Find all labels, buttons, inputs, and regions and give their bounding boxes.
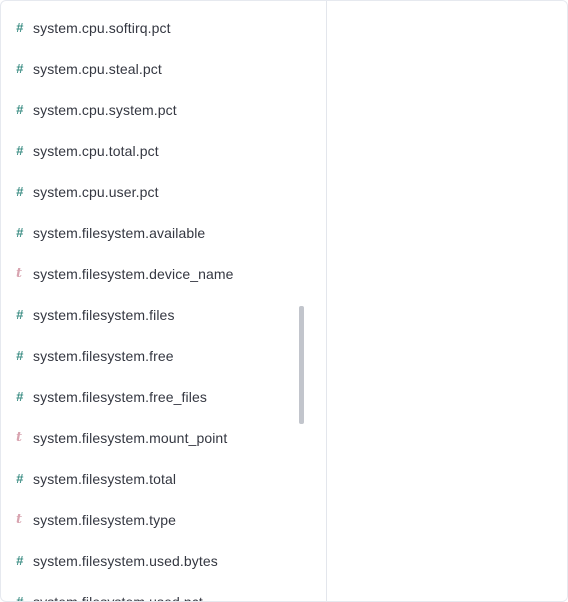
field-list-item[interactable]: # system.cpu.steal.pct: [1, 48, 301, 89]
field-detail-panel: [327, 1, 567, 601]
number-field-icon: #: [16, 471, 24, 486]
field-list-scrollbar[interactable]: [299, 1, 305, 601]
field-name: system.filesystem.free_files: [33, 388, 207, 405]
field-list-item[interactable]: # system.cpu.system.pct: [1, 89, 301, 130]
number-field-icon: #: [16, 225, 24, 240]
field-name: system.cpu.steal.pct: [33, 60, 162, 77]
field-list-item[interactable]: t system.filesystem.type: [1, 499, 301, 540]
number-field-icon: #: [16, 184, 24, 199]
field-list-item[interactable]: #system.filesystem.used.pct: [1, 581, 301, 602]
string-field-icon: t: [16, 266, 23, 281]
field-name: system.filesystem.free: [33, 347, 174, 364]
field-name: system.cpu.softirq.pct: [33, 19, 171, 36]
field-name: system.filesystem.total: [33, 470, 177, 487]
field-list-item[interactable]: # system.filesystem.total: [1, 458, 301, 499]
field-list-item[interactable]: # system.cpu.user.pct: [1, 171, 301, 212]
string-field-icon: t: [16, 512, 23, 527]
field-list-item[interactable]: # system.filesystem.used.bytes: [1, 540, 301, 581]
number-field-icon: #: [16, 595, 33, 601]
field-name: system.filesystem.type: [33, 511, 177, 528]
field-list-item[interactable]: # system.cpu.softirq.pct: [1, 7, 301, 48]
field-name: system.filesystem.used.pct: [33, 594, 203, 602]
field-name: system.filesystem.used.bytes: [33, 552, 218, 569]
string-field-icon: t: [16, 430, 23, 445]
number-field-icon: #: [16, 61, 24, 76]
field-name: system.filesystem.mount_point: [33, 429, 228, 446]
field-list: # system.cpu.softirq.pct # system.cpu.steal…: [1, 7, 301, 602]
number-field-icon: #: [16, 102, 24, 117]
field-list-item[interactable]: # system.cpu.total.pct: [1, 130, 301, 171]
field-list-item[interactable]: # system.filesystem.available: [1, 212, 301, 253]
field-name: system.cpu.total.pct: [33, 142, 159, 159]
field-name: system.filesystem.files: [33, 306, 175, 323]
field-list-item[interactable]: # system.filesystem.free: [1, 335, 301, 376]
number-field-icon: #: [16, 20, 24, 35]
field-list-item[interactable]: # system.filesystem.files: [1, 294, 301, 335]
field-name: system.filesystem.available: [33, 224, 206, 241]
field-list-panel: # system.cpu.softirq.pct # system.cpu.steal…: [1, 1, 327, 601]
field-name: system.cpu.user.pct: [33, 183, 159, 200]
field-name: system.cpu.system.pct: [33, 101, 177, 118]
field-name: system.filesystem.device_name: [33, 265, 234, 282]
field-list-item[interactable]: t system.filesystem.mount_point: [1, 417, 301, 458]
scrollbar-thumb[interactable]: [299, 306, 304, 424]
number-field-icon: #: [16, 143, 24, 158]
number-field-icon: #: [16, 348, 24, 363]
number-field-icon: #: [16, 307, 24, 322]
number-field-icon: #: [16, 389, 24, 404]
number-field-icon: #: [16, 553, 24, 568]
field-list-item[interactable]: t system.filesystem.device_name: [1, 253, 301, 294]
field-list-item[interactable]: # system.filesystem.free_files: [1, 376, 301, 417]
field-selector-popover: # system.cpu.softirq.pct # system.cpu.steal…: [0, 0, 568, 602]
